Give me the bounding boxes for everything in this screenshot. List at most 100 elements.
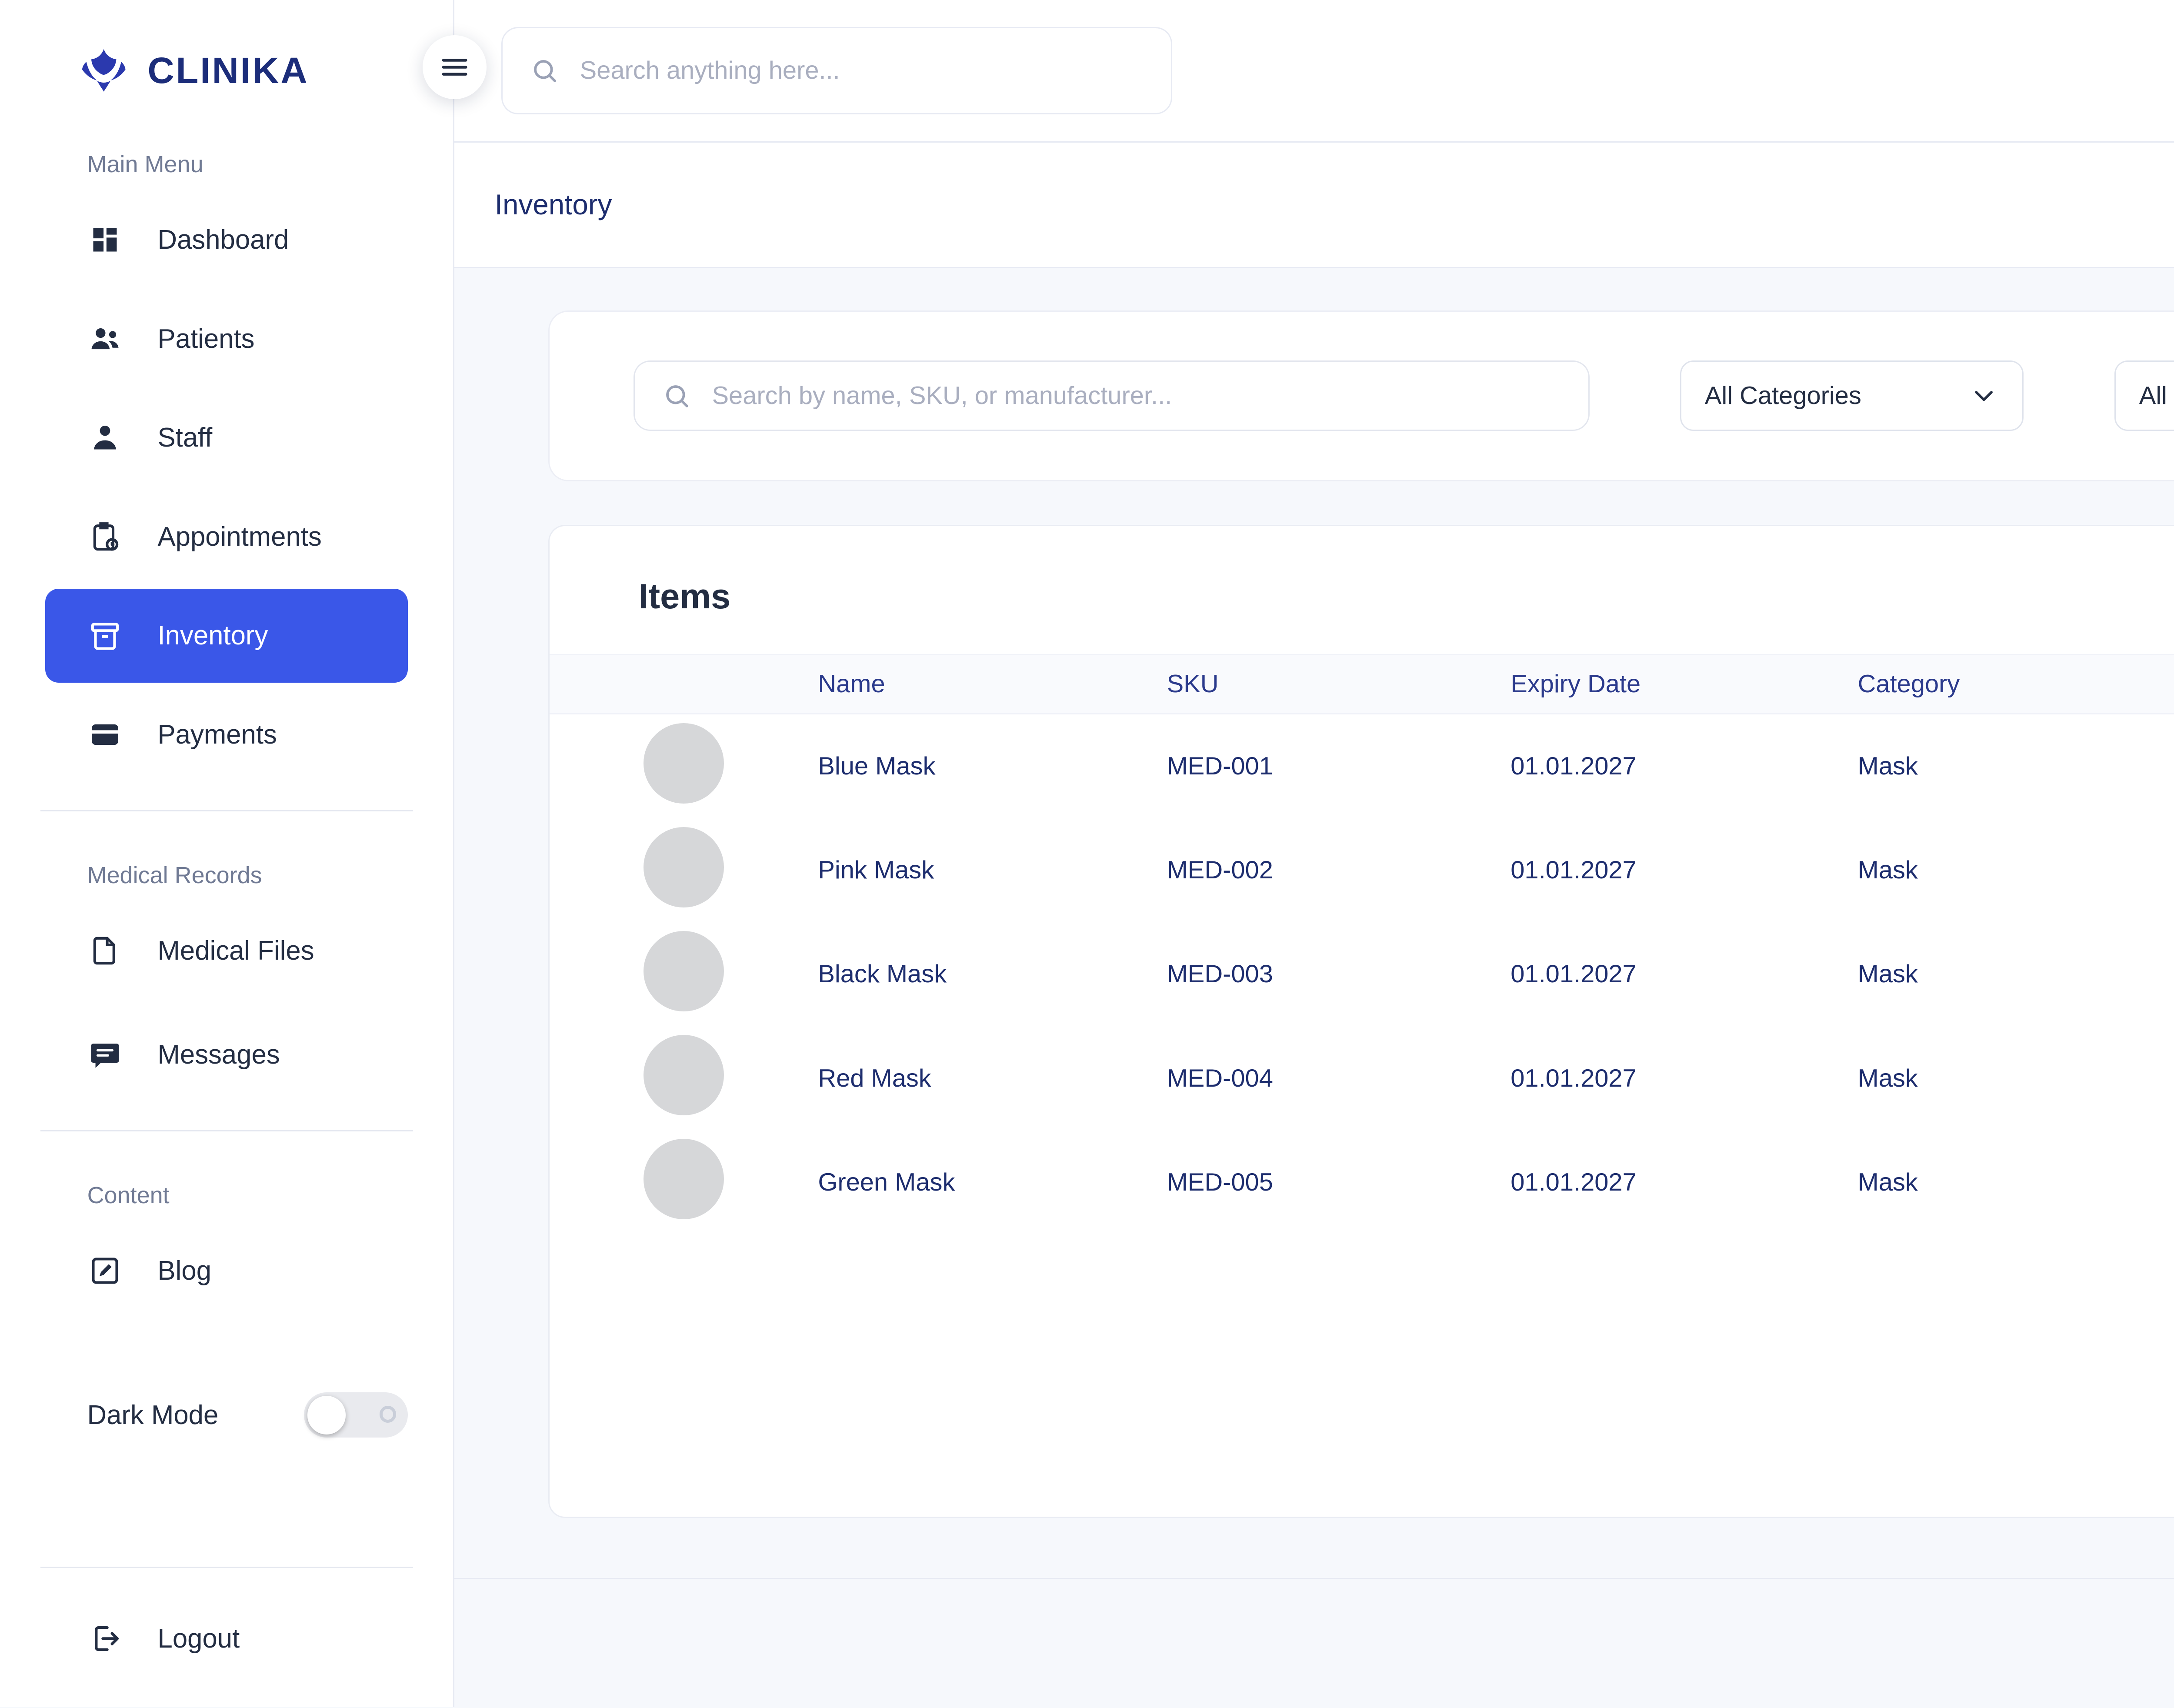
item-category: Mask	[1858, 1064, 2174, 1093]
item-expiry: 01.01.2027	[1510, 960, 1857, 988]
item-category: Mask	[1858, 1168, 2174, 1197]
search-icon	[662, 381, 692, 411]
sidebar-item-blog[interactable]: Blog	[45, 1224, 408, 1318]
sidebar-item-label: Messages	[158, 1039, 280, 1070]
item-avatar	[644, 931, 724, 1011]
item-name: Red Mask	[818, 1064, 1167, 1093]
item-avatar	[644, 1139, 724, 1219]
item-category: Mask	[1858, 960, 2174, 988]
inventory-search	[634, 360, 1589, 431]
sidebar-toggle-button[interactable]	[423, 35, 487, 99]
inventory-search-input[interactable]	[712, 381, 1561, 410]
sidebar-divider	[40, 1130, 413, 1131]
staff-icon	[87, 420, 123, 455]
global-search	[501, 27, 1172, 114]
item-sku: MED-001	[1167, 752, 1511, 781]
items-title: Items	[550, 526, 2174, 654]
item-avatar	[644, 827, 724, 907]
sidebar-item-logout[interactable]: Logout	[45, 1591, 408, 1685]
brand: CLINIKA	[0, 0, 453, 124]
sidebar-item-inventory[interactable]: Inventory	[45, 589, 408, 683]
sidebar-item-label: Blog	[158, 1255, 212, 1286]
item-expiry: 01.01.2027	[1510, 856, 1857, 884]
filter-bar: All Categories All Stock Levels	[548, 310, 2174, 481]
item-avatar	[644, 1035, 724, 1115]
dark-mode-row: Dark Mode	[45, 1380, 408, 1450]
medical-files-icon	[87, 933, 123, 968]
item-expiry: 01.01.2027	[1510, 1168, 1857, 1197]
search-icon	[530, 56, 560, 86]
items-card: Items Name SKU Expiry Date Category Quan…	[548, 525, 2174, 1518]
col-category: Category	[1858, 670, 2174, 698]
item-sku: MED-003	[1167, 960, 1511, 988]
table-row: Pink Mask MED-002 01.01.2027 Mask 500	[550, 818, 2174, 922]
category-select[interactable]: All Categories	[1680, 360, 2024, 431]
item-name: Black Mask	[818, 960, 1167, 988]
item-name: Pink Mask	[818, 856, 1167, 884]
item-sku: MED-002	[1167, 856, 1511, 884]
toggle-ring-icon	[380, 1406, 397, 1423]
item-category: Mask	[1858, 856, 2174, 884]
brand-name: CLINIKA	[147, 49, 309, 92]
inventory-box-icon	[87, 618, 123, 654]
table-row: Black Mask MED-003 01.01.2027 Mask 500	[550, 922, 2174, 1026]
sidebar-item-medical-files[interactable]: Medical Files	[45, 904, 408, 997]
stock-level-select-value: All Stock Levels	[2139, 381, 2174, 410]
item-category: Mask	[1858, 752, 2174, 781]
content-label: Content	[87, 1182, 453, 1209]
breadcrumb: Inventory	[454, 143, 2174, 268]
dark-mode-label: Dark Mode	[87, 1400, 219, 1431]
logout-icon	[87, 1621, 123, 1656]
payments-card-icon	[87, 717, 123, 752]
content-footer-divider	[454, 1578, 2174, 1579]
messages-icon	[87, 1037, 123, 1072]
hamburger-icon	[438, 50, 471, 84]
sidebar-item-label: Patients	[158, 324, 255, 354]
sidebar-item-label: Medical Files	[158, 935, 314, 966]
table-row: Green Mask MED-005 01.01.2027 Mask 500	[550, 1130, 2174, 1234]
sidebar-bottom: Logout	[0, 1543, 453, 1707]
sidebar-divider	[40, 810, 413, 811]
sidebar-item-staff[interactable]: Staff	[45, 391, 408, 485]
app-root: CLINIKA Main Menu Dashboard Patients S	[0, 0, 2174, 1707]
dark-mode-toggle[interactable]	[304, 1392, 408, 1438]
sidebar-item-label: Dashboard	[158, 224, 289, 255]
col-expiry-date: Expiry Date	[1510, 670, 1857, 698]
item-sku: MED-004	[1167, 1064, 1511, 1093]
blog-icon	[87, 1253, 123, 1288]
sidebar: CLINIKA Main Menu Dashboard Patients S	[0, 0, 454, 1707]
sidebar-item-payments[interactable]: Payments	[45, 688, 408, 782]
col-name: Name	[818, 670, 1167, 698]
item-expiry: 01.01.2027	[1510, 1064, 1857, 1093]
category-select-value: All Categories	[1705, 381, 1861, 410]
sidebar-item-label: Payments	[158, 719, 277, 750]
sidebar-item-appointments[interactable]: Appointments	[45, 490, 408, 584]
topbar	[454, 0, 2174, 143]
main-menu-nav: Dashboard Patients Staff Appointments	[0, 188, 453, 787]
main-area: Inventory All Categories All Stock	[454, 0, 2174, 1707]
sidebar-item-patients[interactable]: Patients	[45, 292, 408, 386]
table-header: Name SKU Expiry Date Category Quantity	[550, 654, 2174, 714]
dashboard-grid-icon	[87, 222, 123, 257]
sidebar-item-label: Appointments	[158, 521, 322, 552]
sidebar-item-messages[interactable]: Messages	[45, 1008, 408, 1102]
stock-level-select[interactable]: All Stock Levels	[2114, 360, 2174, 431]
item-expiry: 01.01.2027	[1510, 752, 1857, 781]
col-sku: SKU	[1167, 670, 1511, 698]
item-name: Blue Mask	[818, 752, 1167, 781]
page-title: Inventory	[495, 188, 612, 221]
table-row: Blue Mask MED-001 01.01.2027 Mask 500	[550, 714, 2174, 818]
chevron-down-icon	[1969, 381, 1999, 411]
global-search-input[interactable]	[580, 56, 1144, 85]
main-menu-label: Main Menu	[87, 151, 453, 178]
item-avatar	[644, 723, 724, 804]
appointments-icon	[87, 519, 123, 554]
sidebar-item-label: Staff	[158, 422, 213, 453]
patients-icon	[87, 321, 123, 357]
medical-records-label: Medical Records	[87, 862, 453, 889]
clinika-logo-icon	[77, 43, 130, 97]
sidebar-item-dashboard[interactable]: Dashboard	[45, 193, 408, 287]
sidebar-item-label: Logout	[158, 1623, 240, 1654]
toggle-knob	[307, 1396, 346, 1434]
item-sku: MED-005	[1167, 1168, 1511, 1197]
